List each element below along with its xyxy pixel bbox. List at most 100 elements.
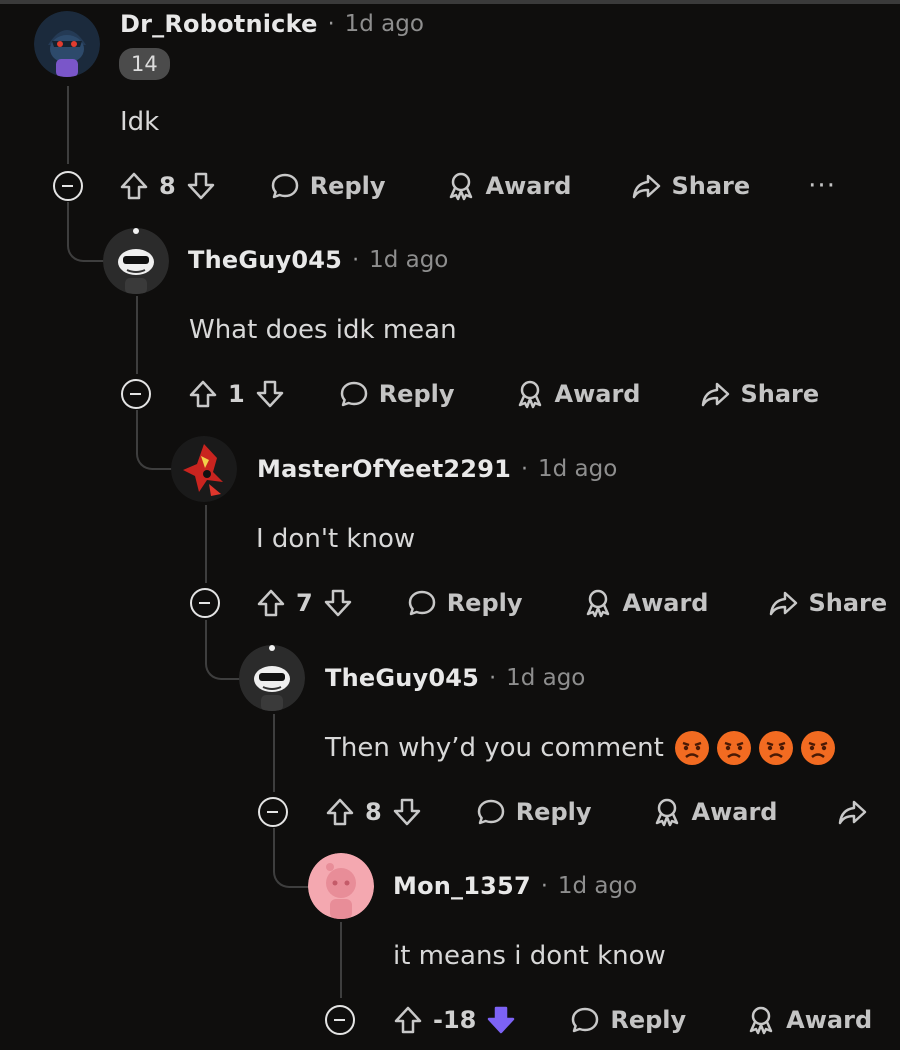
downvote-button[interactable] bbox=[486, 1005, 516, 1035]
award-button[interactable]: Award bbox=[652, 797, 777, 827]
username[interactable]: TheGuy045 bbox=[325, 664, 479, 692]
speech-bubble-icon bbox=[408, 590, 435, 616]
upvote-button[interactable] bbox=[325, 797, 355, 827]
action-bar: 8 Reply Award bbox=[325, 790, 867, 834]
comment-text: Idk bbox=[120, 107, 160, 137]
angry-face-emoji bbox=[674, 730, 710, 766]
thread-line bbox=[136, 296, 138, 374]
angry-face-emoji bbox=[716, 730, 752, 766]
collapse-button[interactable] bbox=[325, 1005, 355, 1035]
award-button[interactable]: Award bbox=[515, 379, 641, 409]
award-label: Award bbox=[554, 380, 641, 408]
thread-line bbox=[273, 828, 311, 888]
speech-bubble-icon bbox=[477, 799, 504, 825]
speech-bubble-icon bbox=[572, 1007, 599, 1033]
comment-body: it means i dont know bbox=[393, 936, 666, 976]
share-arrow-icon bbox=[770, 591, 798, 616]
upvote-button[interactable] bbox=[119, 171, 149, 201]
more-options-button[interactable]: ··· bbox=[808, 171, 836, 201]
comment-thread: Dr_Robotnicke · 1d ago 14 Idk 8 Reply Aw… bbox=[0, 0, 900, 1050]
award-ribbon-icon bbox=[655, 798, 678, 827]
separator-dot: · bbox=[521, 456, 528, 482]
username[interactable]: Mon_1357 bbox=[393, 872, 531, 900]
downvote-button[interactable] bbox=[392, 797, 422, 827]
thread-line bbox=[205, 505, 207, 583]
share-arrow-icon bbox=[702, 382, 730, 407]
upvote-arrow-icon bbox=[257, 589, 285, 617]
comment-text: I don't know bbox=[256, 524, 416, 554]
angry-face-emoji bbox=[800, 730, 836, 766]
upvote-button[interactable] bbox=[188, 379, 218, 409]
username[interactable]: Dr_Robotnicke bbox=[120, 10, 318, 38]
speech-bubble-icon bbox=[340, 381, 367, 407]
separator-dot: · bbox=[352, 247, 360, 273]
share-arrow-icon bbox=[633, 174, 661, 199]
vote-score: -18 bbox=[433, 1006, 477, 1034]
comment-text: What does idk mean bbox=[189, 315, 457, 345]
thread-line bbox=[340, 922, 342, 998]
reply-button[interactable]: Reply bbox=[476, 797, 592, 827]
separator-dot: · bbox=[489, 665, 497, 691]
award-ribbon-icon bbox=[749, 1006, 773, 1035]
downvote-arrow-icon bbox=[393, 798, 420, 826]
reply-button[interactable]: Reply bbox=[570, 1005, 686, 1035]
angry-face-emoji bbox=[758, 730, 794, 766]
share-label: Share bbox=[740, 380, 820, 408]
reply-button[interactable]: Reply bbox=[270, 171, 386, 201]
reply-button[interactable]: Reply bbox=[407, 588, 523, 618]
downvote-button[interactable] bbox=[323, 588, 353, 618]
share-button[interactable] bbox=[837, 797, 867, 827]
comment-body: Then why’d you comment bbox=[325, 728, 836, 768]
flair-badge: 14 bbox=[119, 48, 170, 80]
award-button[interactable]: Award bbox=[746, 1005, 872, 1035]
collapse-button[interactable] bbox=[190, 588, 220, 618]
reply-button[interactable]: Reply bbox=[339, 379, 455, 409]
award-button[interactable]: Award bbox=[583, 588, 709, 618]
comment-text: Then why’d you comment bbox=[325, 733, 664, 763]
avatar[interactable] bbox=[34, 11, 100, 77]
share-button[interactable]: Share bbox=[768, 588, 887, 618]
avatar[interactable] bbox=[103, 228, 169, 294]
action-bar: -18 Reply Award bbox=[393, 998, 872, 1042]
reply-label: Reply bbox=[378, 380, 455, 408]
comment-body: What does idk mean bbox=[189, 310, 457, 350]
award-button[interactable]: Award bbox=[446, 171, 571, 201]
separator-dot: · bbox=[327, 11, 335, 37]
timestamp: 1d ago bbox=[344, 11, 424, 37]
upvote-button[interactable] bbox=[256, 588, 286, 618]
reply-label: Reply bbox=[309, 172, 386, 200]
vote-score: 8 bbox=[159, 172, 176, 200]
action-bar: 8 Reply Award Share ··· bbox=[119, 164, 836, 208]
reply-label: Reply bbox=[446, 589, 523, 617]
collapse-button[interactable] bbox=[258, 797, 288, 827]
thread-line bbox=[136, 410, 174, 470]
timestamp: 1d ago bbox=[538, 456, 618, 482]
downvote-arrow-icon bbox=[324, 589, 351, 617]
avatar[interactable] bbox=[171, 436, 237, 502]
upvote-arrow-icon bbox=[326, 798, 354, 826]
upvote-arrow-icon bbox=[394, 1006, 422, 1034]
award-label: Award bbox=[622, 589, 709, 617]
share-button[interactable]: Share bbox=[631, 171, 750, 201]
timestamp: 1d ago bbox=[506, 665, 586, 691]
downvote-button[interactable] bbox=[255, 379, 285, 409]
collapse-button[interactable] bbox=[53, 171, 83, 201]
share-label: Share bbox=[808, 589, 888, 617]
downvote-button[interactable] bbox=[186, 171, 216, 201]
action-bar: 1 Reply Award Share bbox=[188, 372, 819, 416]
comment-text: it means i dont know bbox=[393, 941, 666, 971]
thread-line bbox=[67, 86, 69, 164]
avatar[interactable] bbox=[308, 853, 374, 919]
username[interactable]: MasterOfYeet2291 bbox=[257, 455, 511, 483]
reply-label: Reply bbox=[515, 798, 592, 826]
share-button[interactable]: Share bbox=[700, 379, 819, 409]
timestamp: 1d ago bbox=[369, 247, 449, 273]
collapse-button[interactable] bbox=[121, 379, 151, 409]
username[interactable]: TheGuy045 bbox=[188, 246, 342, 274]
upvote-arrow-icon bbox=[189, 380, 217, 408]
comment-body: I don't know bbox=[256, 519, 415, 559]
award-ribbon-icon bbox=[449, 172, 472, 201]
avatar[interactable] bbox=[239, 645, 305, 711]
upvote-button[interactable] bbox=[393, 1005, 423, 1035]
thread-line bbox=[273, 714, 275, 792]
